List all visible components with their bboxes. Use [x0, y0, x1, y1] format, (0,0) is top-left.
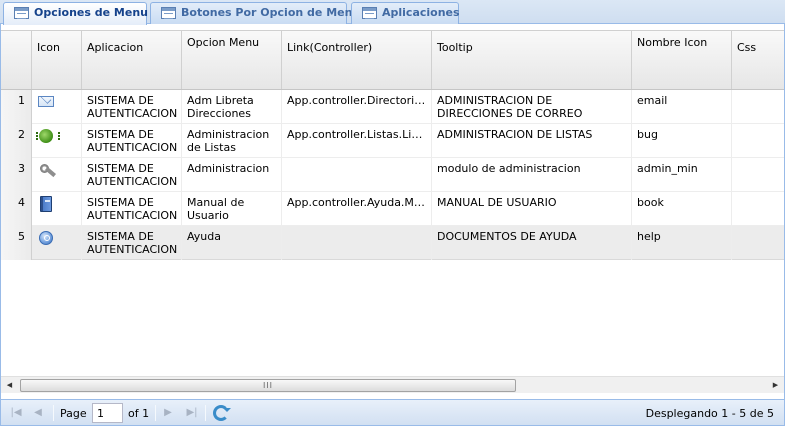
page-label: Page: [60, 407, 87, 420]
toolbar-separator: [155, 405, 156, 421]
icon-cell: [32, 226, 82, 260]
header-nombre-icon[interactable]: Nombre Icon: [632, 31, 732, 89]
tooltip-cell: modulo de administracion: [432, 158, 632, 192]
aplicacion-cell: SISTEMA DE AUTENTICACION: [82, 90, 182, 124]
aplicacion-cell: SISTEMA DE AUTENTICACION: [82, 158, 182, 192]
help-icon: [39, 231, 53, 245]
tab-label: Opciones de Menu: [34, 6, 148, 19]
grid-icon: [14, 7, 29, 19]
table-row[interactable]: 4 SISTEMA DE AUTENTICACION Manual de Usu…: [1, 192, 784, 226]
row-number: 2: [1, 124, 32, 158]
tooltip-cell: DOCUMENTOS DE AYUDA: [432, 226, 632, 260]
table-row[interactable]: 3 SISTEMA DE AUTENTICACION Administracio…: [1, 158, 784, 192]
toolbar-separator: [53, 405, 54, 421]
first-page-icon[interactable]: |◀: [10, 406, 22, 420]
next-page-icon[interactable]: ▶: [162, 406, 174, 420]
paging-toolbar: |◀ ◀ Page of 1 ▶ ▶| Desplegando 1 - 5 de…: [0, 399, 785, 426]
last-page-icon[interactable]: ▶|: [185, 406, 199, 420]
grid-header: Icon Aplicacion Opcion Menu Link(Control…: [1, 30, 784, 90]
tooltip-cell: ADMINISTRACION DE DIRECCIONES DE CORREO: [432, 90, 632, 124]
bug-icon: [36, 129, 60, 143]
admin-icon: [38, 162, 56, 178]
tab-botones-por-opcion-de-menu[interactable]: Botones Por Opcion de Menu: [150, 2, 360, 24]
header-rownumber: [1, 31, 32, 89]
css-cell: [732, 90, 784, 124]
paging-status: Desplegando 1 - 5 de 5: [645, 407, 774, 420]
previous-page-icon[interactable]: ◀: [32, 406, 44, 420]
tab-label: Aplicaciones: [382, 6, 460, 19]
tab-opciones-de-menu[interactable]: Opciones de Menu: [3, 2, 148, 25]
link-cell: App.controller.Directorios.Directorios: [282, 90, 432, 124]
tab-bar: Opciones de Menu Botones Por Opcion de M…: [0, 0, 785, 25]
horizontal-scrollbar[interactable]: ◀ III ▶: [1, 376, 784, 393]
grid-icon: [362, 7, 377, 19]
row-number: 1: [1, 90, 32, 124]
tooltip-cell: ADMINISTRACION DE LISTAS: [432, 124, 632, 158]
book-icon: [40, 196, 52, 212]
row-number: 4: [1, 192, 32, 226]
header-icon[interactable]: Icon: [32, 31, 82, 89]
row-number: 3: [1, 158, 32, 192]
link-cell: [282, 226, 432, 260]
grid-body: 1 SISTEMA DE AUTENTICACION Adm Libreta D…: [1, 90, 784, 376]
email-icon: [38, 96, 54, 107]
scroll-right-button[interactable]: ▶: [767, 377, 784, 394]
tab-aplicaciones[interactable]: Aplicaciones: [351, 2, 460, 24]
icon-cell: [32, 90, 82, 124]
css-cell: [732, 192, 784, 226]
aplicacion-cell: SISTEMA DE AUTENTICACION: [82, 124, 182, 158]
nombre-icon-cell: bug: [632, 124, 732, 158]
toolbar-separator: [205, 405, 206, 421]
header-link-controller[interactable]: Link(Controller): [282, 31, 432, 89]
opcion-cell: Administracion de Listas: [182, 124, 282, 158]
table-row[interactable]: 1 SISTEMA DE AUTENTICACION Adm Libreta D…: [1, 90, 784, 124]
scrollbar-thumb[interactable]: III: [20, 379, 516, 392]
link-cell: [282, 158, 432, 192]
css-cell: [732, 124, 784, 158]
menu-options-grid: Icon Aplicacion Opcion Menu Link(Control…: [0, 24, 785, 400]
icon-cell: [32, 124, 82, 158]
header-tooltip[interactable]: Tooltip: [432, 31, 632, 89]
grid-icon: [161, 7, 176, 19]
scroll-left-button[interactable]: ◀: [1, 377, 18, 394]
opcion-cell: Manual de Usuario: [182, 192, 282, 226]
icon-cell: [32, 158, 82, 192]
page-number-input[interactable]: [92, 403, 123, 423]
nombre-icon-cell: book: [632, 192, 732, 226]
opcion-cell: Ayuda: [182, 226, 282, 260]
table-row[interactable]: 2 SISTEMA DE AUTENTICACION Administracio…: [1, 124, 784, 158]
opcion-cell: Administracion: [182, 158, 282, 192]
nombre-icon-cell: admin_min: [632, 158, 732, 192]
link-cell: App.controller.Ayuda.Manual: [282, 192, 432, 226]
aplicacion-cell: SISTEMA DE AUTENTICACION: [82, 192, 182, 226]
page-count-label: of 1: [128, 407, 150, 420]
table-row[interactable]: 5 SISTEMA DE AUTENTICACION Ayuda DOCUMEN…: [1, 226, 784, 260]
header-opcion-menu[interactable]: Opcion Menu: [182, 31, 282, 89]
row-number: 5: [1, 226, 32, 260]
icon-cell: [32, 192, 82, 226]
aplicacion-cell: SISTEMA DE AUTENTICACION: [82, 226, 182, 260]
tooltip-cell: MANUAL DE USUARIO: [432, 192, 632, 226]
opcion-cell: Adm Libreta Direcciones: [182, 90, 282, 124]
css-cell: [732, 158, 784, 192]
header-css[interactable]: Css: [732, 31, 784, 89]
nombre-icon-cell: help: [632, 226, 732, 260]
nombre-icon-cell: email: [632, 90, 732, 124]
header-aplicacion[interactable]: Aplicacion: [82, 31, 182, 89]
css-cell: [732, 226, 784, 260]
refresh-icon[interactable]: [213, 405, 229, 421]
tab-label: Botones Por Opcion de Menu: [181, 6, 361, 19]
link-cell: App.controller.Listas.Listas: [282, 124, 432, 158]
